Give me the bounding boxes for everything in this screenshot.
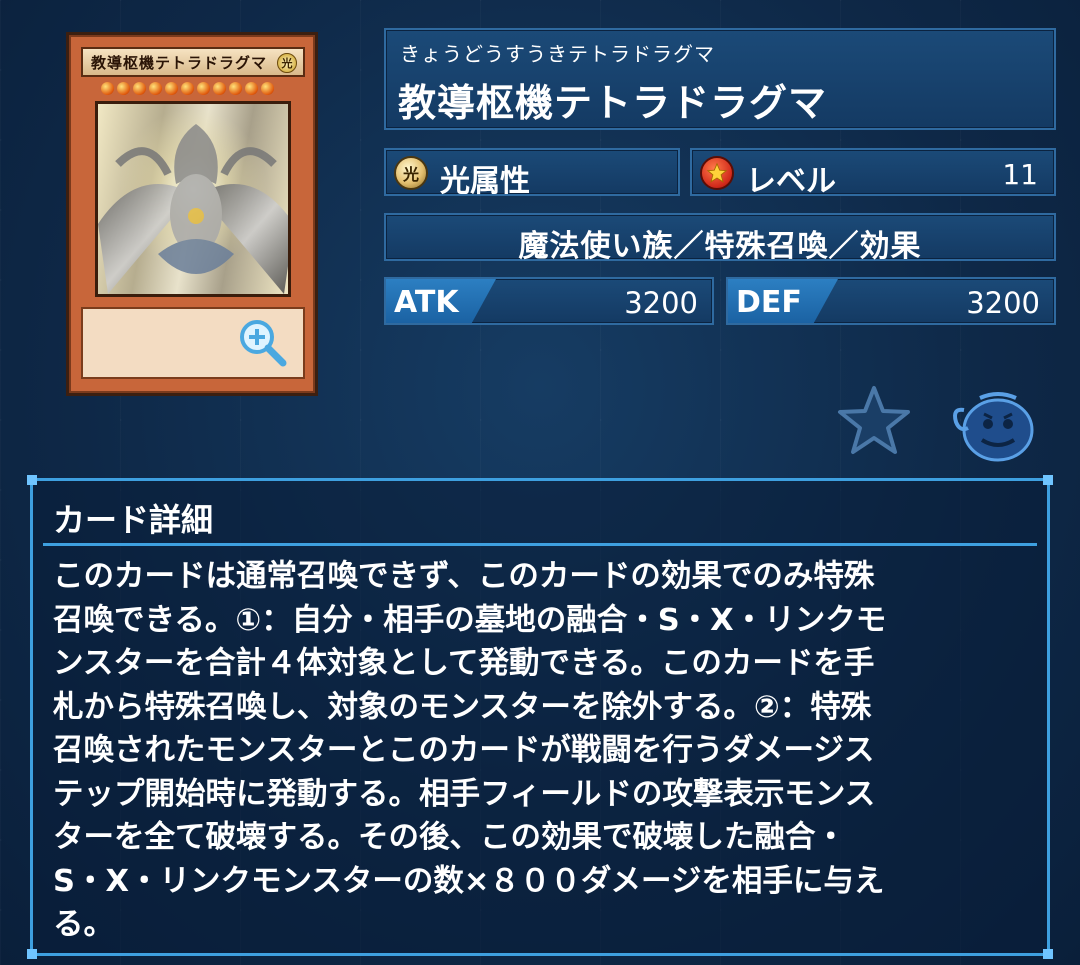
card-level-star xyxy=(229,82,242,95)
card-level-star xyxy=(149,82,162,95)
card-artwork xyxy=(95,101,291,297)
level-star-icon xyxy=(700,156,734,190)
card-image-level-stars xyxy=(101,82,274,95)
level-label: レベル xyxy=(746,164,836,199)
card-name-panel: きょうどうすうきテトラドラグマ 教導枢機テトラドラグマ xyxy=(384,28,1056,130)
card-level-star xyxy=(213,82,226,95)
card-level-star xyxy=(165,82,178,95)
card-detail-title: カード詳細 xyxy=(53,501,214,539)
card-level-star xyxy=(101,82,114,95)
card-effect-line: S・X・リンクモンスターの数×８００ダメージを相手に与え xyxy=(53,863,885,899)
corner-decoration xyxy=(1043,949,1053,959)
card-image[interactable]: 教導枢機テトラドラグマ 光 xyxy=(66,32,318,396)
corner-decoration xyxy=(27,949,37,959)
card-level-star xyxy=(197,82,210,95)
card-detail-box: カード詳細 このカードは通常召喚できず、このカードの効果でのみ特殊 召喚できる。①… xyxy=(27,475,1053,959)
card-name-ruby: きょうどうすうきテトラドラグマ xyxy=(400,42,715,66)
detail-divider xyxy=(43,543,1037,546)
card-level-star xyxy=(117,82,130,95)
card-name: 教導枢機テトラドラグマ xyxy=(398,81,828,125)
card-effect-text: このカードは通常召喚できず、このカードの効果でのみ特殊 召喚できる。①：自分・相手… xyxy=(53,555,1037,947)
corner-decoration xyxy=(1043,475,1053,485)
atk-panel: ATK 3200 xyxy=(384,277,714,325)
card-image-name-box: 教導枢機テトラドラグマ 光 xyxy=(81,47,305,77)
card-effect-line: 札から特殊召喚し、対象のモンスターを除外する。②：特殊 xyxy=(53,689,872,725)
card-effect-line: テップ開始時に発動する。相手フィールドの攻撃表示モンス xyxy=(53,776,876,812)
star-icon[interactable] xyxy=(836,384,912,456)
card-effect-line: 召喚できる。①：自分・相手の墓地の融合・S・X・リンクモ xyxy=(53,602,887,638)
card-level-star xyxy=(245,82,258,95)
light-attribute-icon: 光 xyxy=(394,156,428,190)
card-effect-line: ターを全て破壊する。その後、この効果で破壊した融合・ xyxy=(53,820,846,855)
def-value: 3200 xyxy=(966,286,1040,320)
pot-of-greed-icon[interactable] xyxy=(950,384,1040,462)
atk-label: ATK xyxy=(394,285,459,320)
atk-value: 3200 xyxy=(624,286,698,320)
card-effect-line: このカードは通常召喚できず、このカードの効果でのみ特殊 xyxy=(53,559,875,594)
card-image-attribute-icon: 光 xyxy=(277,53,297,73)
def-label: DEF xyxy=(736,285,802,320)
card-effect-line: る。 xyxy=(53,907,114,942)
level-value: 11 xyxy=(1002,158,1038,191)
corner-decoration xyxy=(27,475,37,485)
card-level-star xyxy=(181,82,194,95)
monster-type-panel: 魔法使い族／特殊召喚／効果 xyxy=(384,213,1056,264)
attribute-panel: 光 光属性 xyxy=(384,148,680,199)
def-panel: DEF 3200 xyxy=(726,277,1056,325)
attribute-label: 光属性 xyxy=(440,164,530,199)
monster-type: 魔法使い族／特殊召喚／効果 xyxy=(518,229,922,264)
card-level-star xyxy=(133,82,146,95)
zoom-in-icon[interactable] xyxy=(235,315,289,369)
card-image-text-box xyxy=(81,307,305,379)
card-image-name: 教導枢機テトラドラグマ xyxy=(91,53,268,72)
card-effect-line: ンスターを合計４体対象として発動できる。このカードを手 xyxy=(53,646,875,681)
level-panel: レベル 11 xyxy=(690,148,1056,199)
card-level-star xyxy=(261,82,274,95)
card-effect-line: 召喚されたモンスターとこのカードが戦闘を行うダメージス xyxy=(53,733,875,768)
